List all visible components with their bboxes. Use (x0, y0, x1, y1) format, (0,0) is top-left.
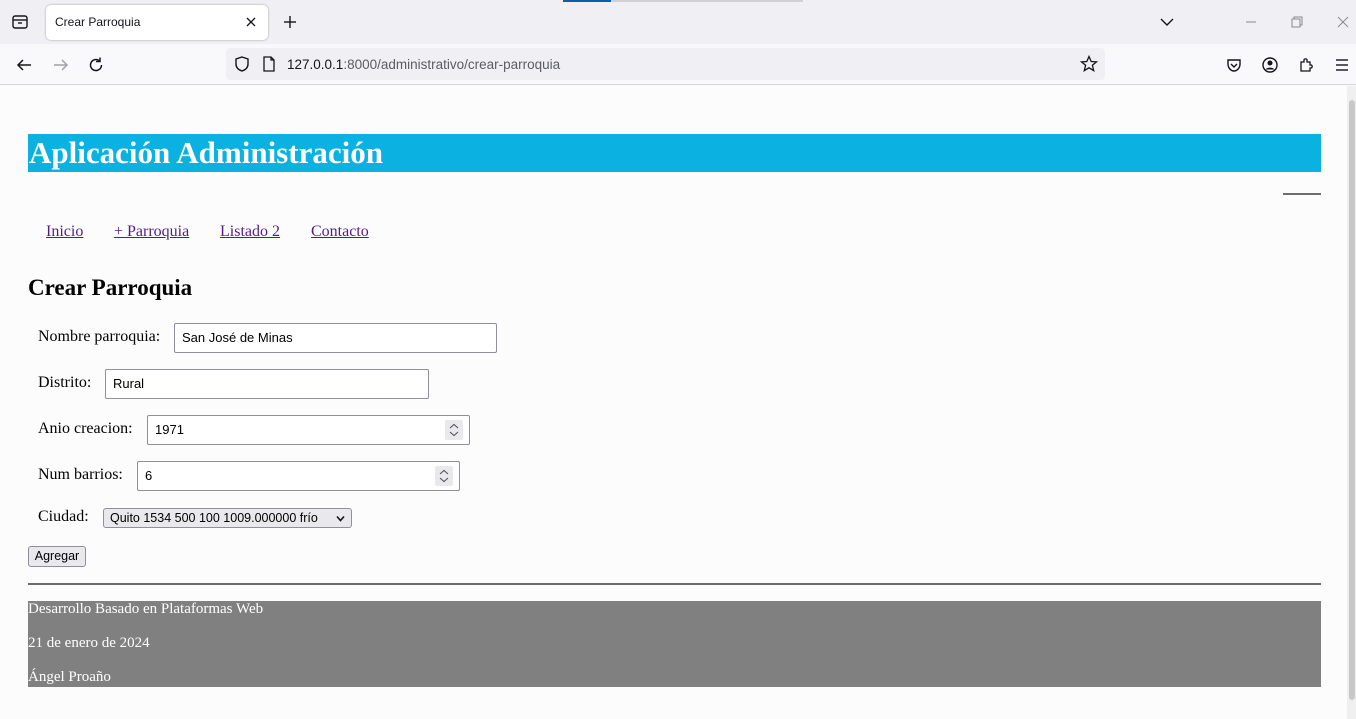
anio-label: Anio creacion: (38, 420, 133, 437)
menu-link-inicio[interactable]: Inicio (46, 223, 83, 241)
url-host: 127.0.0.1 (287, 57, 344, 72)
ciudad-selected-value: Quito 1534 500 100 1009.000000 frío (110, 511, 318, 525)
address-bar[interactable]: 127.0.0.1:8000/administrativo/crear-parr… (226, 48, 1105, 80)
page-content: Aplicación Administración Inicio + Parro… (0, 86, 1347, 719)
forward-arrow-icon[interactable] (51, 55, 71, 75)
chevron-down-icon (336, 515, 345, 522)
distrito-label: Distrito: (38, 374, 92, 391)
anio-value: 1971 (155, 422, 184, 437)
nombre-input[interactable]: San José de Minas (174, 323, 497, 353)
distrito-input[interactable]: Rural (105, 369, 429, 399)
number-spinner-icon[interactable] (445, 420, 463, 440)
url-path: :8000/administrativo/crear-parroquia (343, 57, 561, 72)
reload-icon[interactable] (86, 55, 106, 75)
barrios-input[interactable]: 6 (137, 461, 460, 491)
bookmark-star-icon[interactable] (1079, 54, 1099, 74)
back-arrow-icon[interactable] (14, 55, 34, 75)
ciudad-label: Ciudad: (38, 508, 89, 525)
shield-icon[interactable] (232, 54, 252, 74)
ciudad-select[interactable]: Quito 1534 500 100 1009.000000 frío (103, 508, 352, 528)
tab-indicator (563, 0, 611, 2)
active-tab[interactable]: Crear Parroquia (46, 5, 268, 40)
number-spinner-icon[interactable] (435, 466, 453, 486)
new-tab-icon[interactable] (281, 13, 299, 31)
account-icon[interactable] (1260, 55, 1280, 75)
page-header-title: Aplicación Administración (29, 135, 383, 170)
agregar-button[interactable]: Agregar (28, 546, 86, 567)
scrollbar-thumb[interactable] (1349, 100, 1355, 700)
divider (1283, 193, 1321, 195)
barrios-label: Num barrios: (38, 466, 123, 483)
page-icon[interactable] (260, 54, 278, 74)
extensions-icon[interactable] (1296, 55, 1316, 75)
page-footer: Desarrollo Basado en Plataformas Web 21 … (28, 601, 1321, 687)
pocket-icon[interactable] (1224, 55, 1244, 75)
navigation-toolbar: 127.0.0.1:8000/administrativo/crear-parr… (0, 44, 1356, 85)
nombre-label: Nombre parroquia: (38, 328, 161, 345)
tab-indicator-track (611, 0, 803, 2)
tab-bar: Crear Parroquia (0, 0, 1356, 44)
anio-input[interactable]: 1971 (147, 415, 470, 445)
header-banner: Aplicación Administración (28, 134, 1321, 172)
menu-link-parroquia[interactable]: + Parroquia (114, 223, 189, 241)
menu-icon[interactable] (1332, 55, 1352, 75)
window-close-icon[interactable] (1334, 13, 1352, 31)
url-text[interactable]: 127.0.0.1:8000/administrativo/crear-parr… (287, 57, 560, 72)
form-title: Crear Parroquia (28, 275, 193, 300)
footer-divider (28, 583, 1321, 585)
footer-course: Desarrollo Basado en Plataformas Web (28, 601, 264, 617)
chevron-down-icon[interactable] (1158, 13, 1176, 31)
tab-list-icon[interactable] (10, 12, 30, 32)
menu-link-contacto[interactable]: Contacto (311, 223, 369, 241)
footer-date: 21 de enero de 2024 (28, 635, 150, 651)
footer-author: Ángel Proaño (28, 669, 111, 685)
restore-icon[interactable] (1288, 14, 1306, 30)
menu-link-listado[interactable]: Listado 2 (220, 223, 280, 241)
barrios-value: 6 (145, 468, 153, 483)
minimize-icon[interactable] (1242, 14, 1260, 30)
tab-title: Crear Parroquia (55, 15, 141, 29)
close-tab-icon[interactable] (243, 14, 259, 30)
